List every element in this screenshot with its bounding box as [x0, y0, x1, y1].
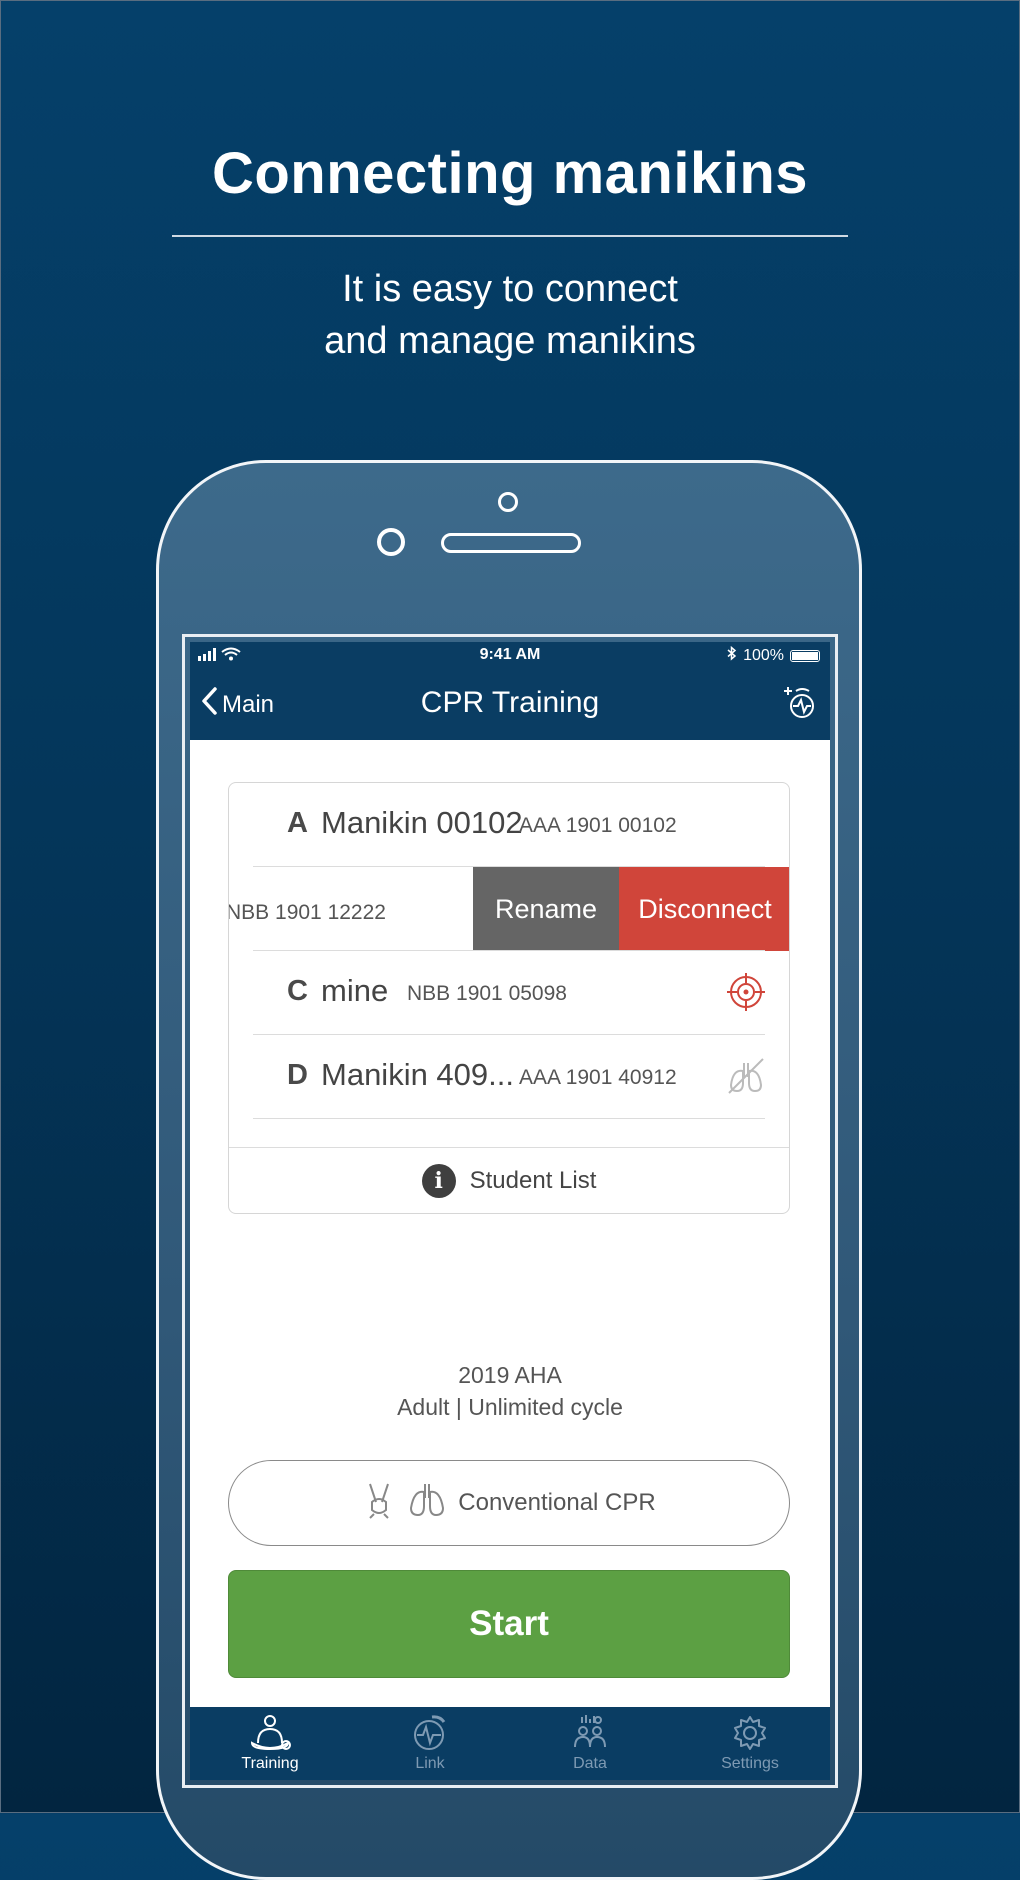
manikin-name: Manikin 00102 — [321, 805, 523, 840]
manikin-serial: AAA 1901 40912 — [519, 1066, 677, 1089]
battery-icon — [790, 650, 820, 662]
manikin-row-c[interactable]: C mine NBB 1901 05098 — [229, 951, 789, 1035]
manikin-serial: NBB 1901 05098 — [407, 982, 567, 1005]
tab-label: Settings — [721, 1755, 779, 1772]
app-screen: 9:41 AM 100% Main CPR Training A Manikin… — [190, 642, 830, 1780]
manikin-serial: NBB 1901 12222 — [228, 901, 386, 924]
manikin-list: A Manikin 00102 AAA 1901 00102 NBB 1901 … — [228, 782, 790, 1214]
lungs-icon — [406, 1480, 448, 1527]
guideline-details: Adult | Unlimited cycle — [397, 1394, 623, 1420]
cpr-mode-button[interactable]: Conventional CPR — [228, 1460, 790, 1546]
hero-title: Connecting manikins — [211, 141, 808, 206]
hero-divider — [172, 235, 848, 237]
lungs-disabled-icon — [725, 1055, 767, 1097]
tab-bar: Training Link Data Settings — [190, 1707, 830, 1780]
manikin-serial: AAA 1901 00102 — [519, 814, 677, 837]
link-icon — [414, 1715, 446, 1750]
phone-speaker — [441, 533, 581, 553]
disconnect-button[interactable]: Disconnect — [619, 867, 789, 951]
tab-label: Link — [415, 1755, 445, 1772]
battery-percent: 100% — [743, 647, 784, 664]
compression-hands-icon — [362, 1480, 396, 1527]
page-title: CPR Training — [420, 686, 600, 719]
manikin-name: mine — [321, 973, 389, 1008]
student-list-button[interactable]: i Student List — [229, 1147, 789, 1213]
guideline-name: 2019 AHA — [458, 1362, 562, 1388]
tab-label: Training — [241, 1755, 299, 1772]
status-bar: 9:41 AM 100% — [190, 642, 830, 668]
manikin-name: Manikin 409... — [321, 1057, 514, 1092]
manikin-letter: A — [287, 807, 308, 839]
row-divider — [253, 1118, 765, 1119]
gear-icon — [734, 1716, 766, 1750]
phone-camera — [498, 492, 518, 512]
student-list-label: Student List — [469, 1167, 597, 1194]
tab-training[interactable]: Training — [190, 1707, 350, 1780]
hero-subtitle-line2: and manage manikins — [324, 320, 696, 362]
tab-link[interactable]: Link — [350, 1707, 510, 1780]
target-icon — [725, 971, 767, 1013]
manikin-row-b[interactable]: NBB 1901 12222 Rename Disconnect — [229, 867, 789, 951]
add-manikin-icon[interactable] — [780, 682, 820, 722]
tab-settings[interactable]: Settings — [670, 1707, 830, 1780]
info-icon: i — [421, 1164, 456, 1198]
manikin-row-d[interactable]: D Manikin 409... AAA 1901 40912 — [229, 1035, 789, 1119]
cpr-mode-label: Conventional CPR — [458, 1489, 656, 1516]
phone-sensor — [377, 528, 405, 556]
hero-subtitle-line1: It is easy to connect — [342, 268, 678, 310]
rename-button[interactable]: Rename — [473, 867, 619, 951]
manikin-letter: C — [287, 975, 308, 1007]
bluetooth-icon — [727, 645, 737, 666]
training-icon — [250, 1715, 291, 1751]
tab-label: Data — [573, 1755, 607, 1772]
manikin-row-a[interactable]: A Manikin 00102 AAA 1901 00102 — [229, 783, 789, 867]
status-right: 100% — [727, 645, 820, 666]
manikin-letter: D — [287, 1059, 308, 1091]
nav-bar: Main CPR Training — [190, 668, 830, 740]
data-icon — [574, 1715, 606, 1748]
tab-data[interactable]: Data — [510, 1707, 670, 1780]
start-button[interactable]: Start — [228, 1570, 790, 1678]
